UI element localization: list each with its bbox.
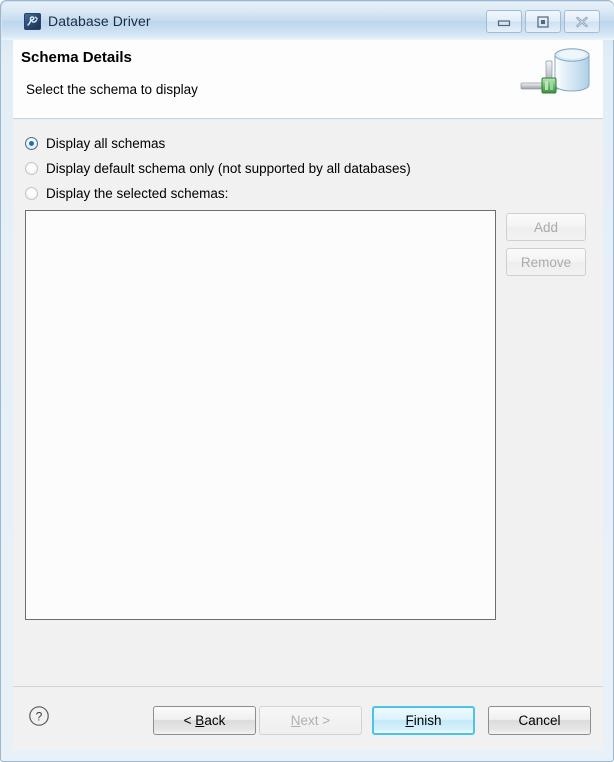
back-button-label: < Back — [183, 713, 226, 728]
schema-list-box[interactable] — [25, 210, 496, 620]
radio-label: Display default schema only (not support… — [46, 160, 411, 176]
radio-unselected-icon — [25, 186, 38, 200]
dialog-window: Database Driver Schema Details Select th… — [0, 0, 614, 762]
svg-text:?: ? — [36, 710, 43, 724]
next-button[interactable]: Next > — [259, 706, 362, 735]
cancel-button[interactable]: Cancel — [488, 706, 591, 735]
wizard-header: Schema Details Select the schema to disp… — [13, 40, 603, 119]
close-icon — [576, 16, 588, 27]
dialog-button-bar: ? < Back Next > Finish Cancel — [13, 686, 603, 750]
remove-button[interactable]: Remove — [506, 248, 586, 276]
finish-button-label: Finish — [405, 713, 442, 728]
content-area: Display all schemas Display default sche… — [13, 120, 603, 686]
maximize-button[interactable] — [525, 10, 561, 33]
add-button[interactable]: Add — [506, 213, 586, 241]
radio-display-all-schemas[interactable]: Display all schemas — [25, 133, 165, 153]
help-icon[interactable]: ? — [28, 705, 50, 727]
page-title: Schema Details — [21, 49, 132, 66]
minimize-button[interactable] — [486, 10, 522, 33]
radio-label: Display the selected schemas: — [46, 185, 229, 201]
back-button[interactable]: < Back — [153, 706, 256, 735]
page-description: Select the schema to display — [26, 82, 198, 97]
close-button[interactable] — [564, 10, 600, 33]
radio-display-default-schema-only[interactable]: Display default schema only (not support… — [25, 158, 411, 178]
finish-button[interactable]: Finish — [372, 706, 475, 735]
radio-display-selected-schemas[interactable]: Display the selected schemas: — [25, 183, 228, 203]
title-bar[interactable]: Database Driver — [2, 2, 614, 40]
radio-label: Display all schemas — [46, 135, 166, 151]
database-driver-icon — [24, 13, 41, 30]
database-cylinder-icon — [520, 48, 590, 94]
next-button-label: Next > — [290, 713, 331, 728]
maximize-icon — [537, 15, 549, 28]
radio-unselected-icon — [25, 161, 38, 175]
window-title: Database Driver — [48, 13, 151, 29]
minimize-icon — [497, 19, 511, 26]
radio-selected-icon — [25, 136, 38, 150]
